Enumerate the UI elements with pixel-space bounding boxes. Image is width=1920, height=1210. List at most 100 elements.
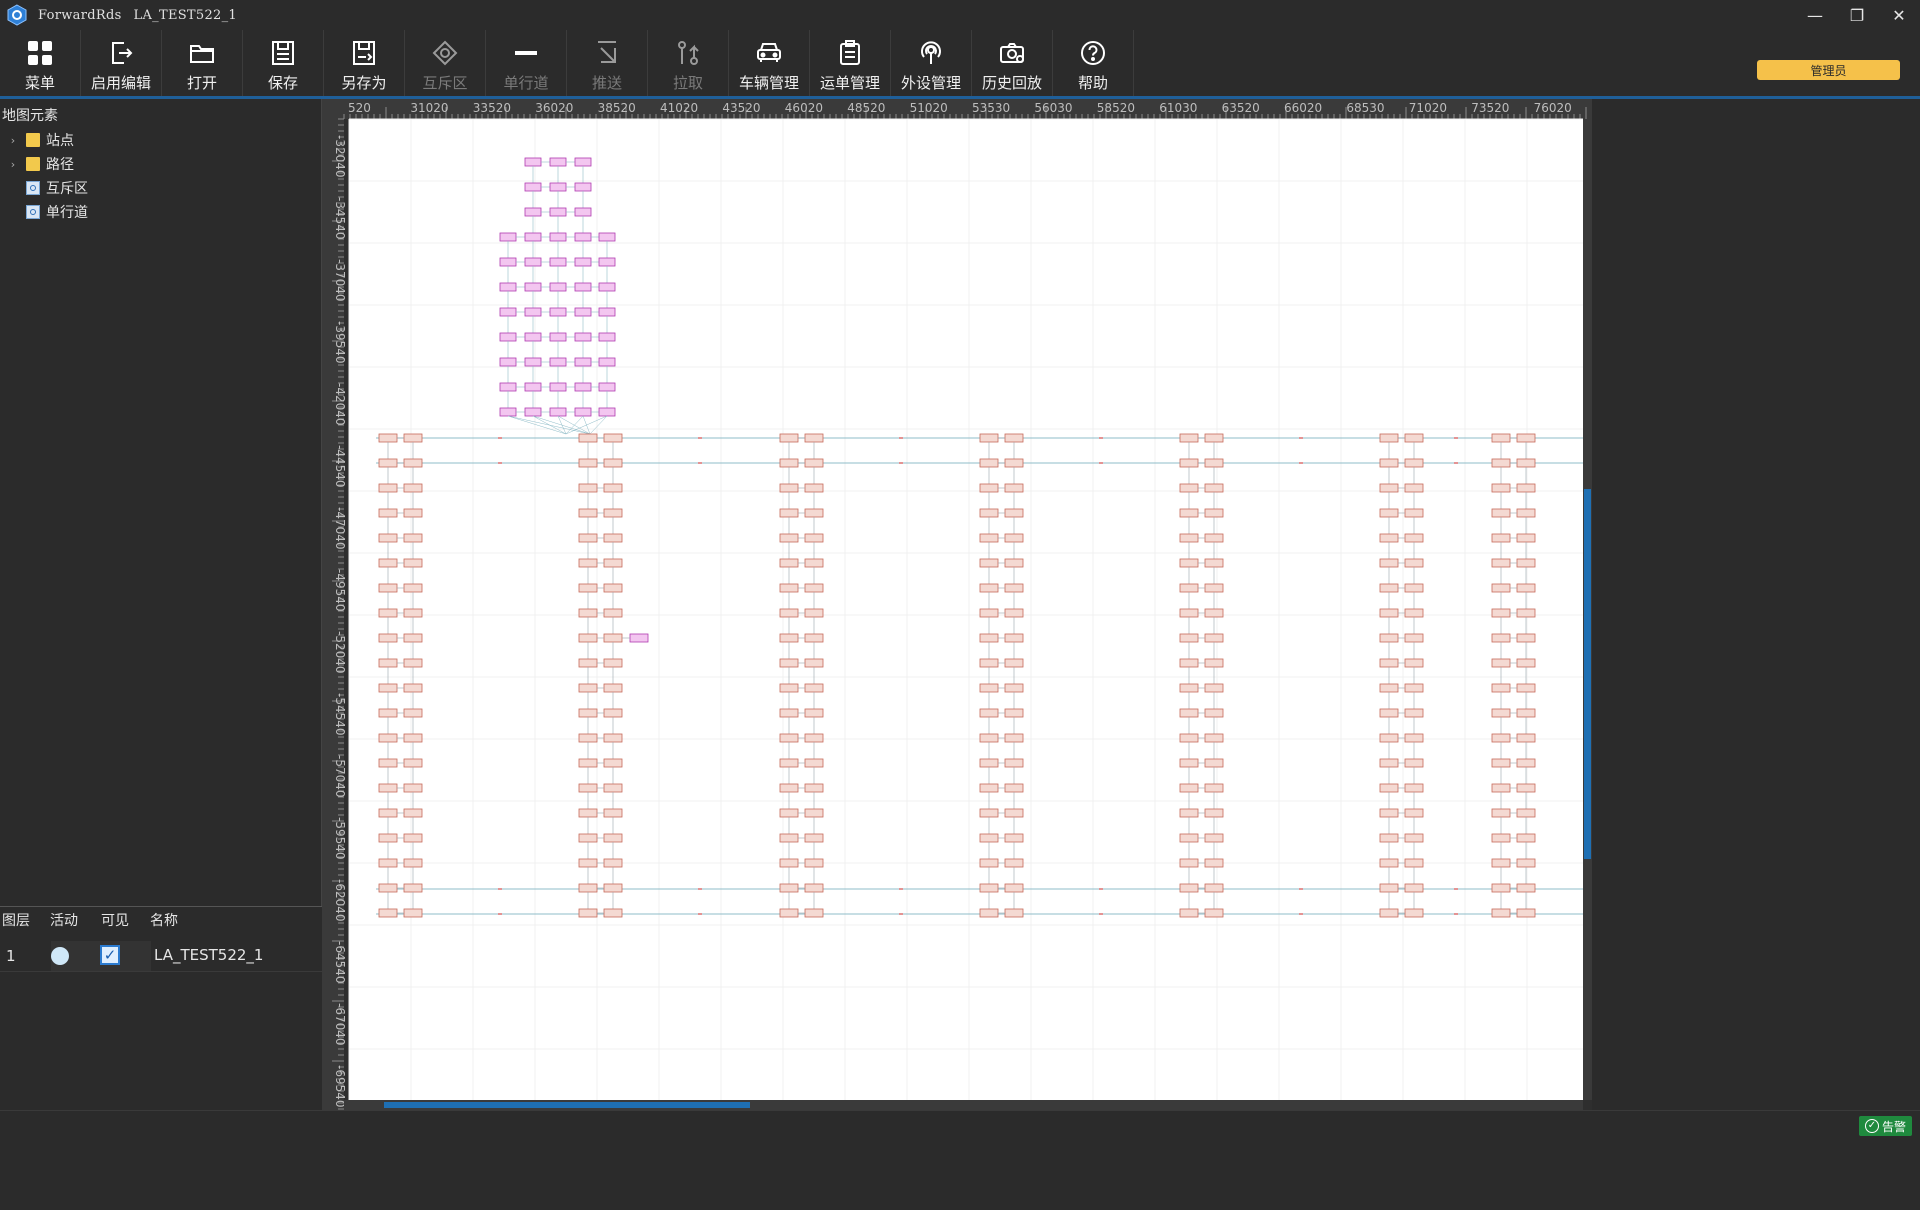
station[interactable] [403, 458, 423, 468]
station[interactable] [979, 833, 999, 843]
station[interactable] [1179, 533, 1199, 543]
station[interactable] [1179, 583, 1199, 593]
station[interactable] [979, 758, 999, 768]
station[interactable] [979, 483, 999, 493]
station[interactable] [603, 583, 623, 593]
station[interactable] [1179, 708, 1199, 718]
station[interactable] [603, 608, 623, 618]
station[interactable] [1404, 483, 1424, 493]
station[interactable] [804, 608, 824, 618]
station[interactable] [578, 558, 598, 568]
station[interactable] [1004, 658, 1024, 668]
station[interactable] [578, 658, 598, 668]
pink-station[interactable] [524, 382, 542, 392]
map-canvas[interactable]: 520 31020 33520 36020 38520 41020 43520 46020 48… [322, 99, 1592, 1110]
station[interactable] [1404, 683, 1424, 693]
station[interactable] [578, 433, 598, 443]
station[interactable] [1179, 633, 1199, 643]
pink-station[interactable] [549, 307, 567, 317]
station[interactable] [1404, 708, 1424, 718]
pink-station[interactable] [499, 232, 517, 242]
station[interactable] [1491, 458, 1511, 468]
station[interactable] [1491, 733, 1511, 743]
station[interactable] [1004, 558, 1024, 568]
station[interactable] [578, 508, 598, 518]
station[interactable] [403, 758, 423, 768]
station[interactable] [1379, 633, 1399, 643]
station[interactable] [1516, 833, 1536, 843]
station[interactable] [1204, 608, 1224, 618]
pink-station[interactable] [574, 382, 592, 392]
station[interactable] [403, 633, 423, 643]
pink-station[interactable] [499, 407, 517, 417]
station[interactable] [578, 583, 598, 593]
station[interactable] [1179, 908, 1199, 918]
station[interactable] [1179, 458, 1199, 468]
station[interactable] [378, 583, 398, 593]
station[interactable] [1379, 908, 1399, 918]
station[interactable] [1204, 433, 1224, 443]
station[interactable] [1179, 608, 1199, 618]
station[interactable] [1004, 733, 1024, 743]
pink-station[interactable] [549, 182, 567, 192]
station[interactable] [1379, 483, 1399, 493]
pink-station[interactable] [574, 307, 592, 317]
station[interactable] [1404, 633, 1424, 643]
pink-station[interactable] [598, 357, 616, 367]
station[interactable] [979, 733, 999, 743]
station[interactable] [979, 708, 999, 718]
vehicle-management-button[interactable]: 车辆管理 [729, 30, 810, 96]
station[interactable] [403, 783, 423, 793]
close-button[interactable]: ✕ [1878, 0, 1920, 30]
station[interactable] [1516, 533, 1536, 543]
station[interactable] [1204, 483, 1224, 493]
station[interactable] [1379, 558, 1399, 568]
station[interactable] [1004, 808, 1024, 818]
station[interactable] [1004, 433, 1024, 443]
station[interactable] [1204, 858, 1224, 868]
station[interactable] [603, 783, 623, 793]
map-drawing[interactable]: 520 31020 33520 36020 38520 41020 43520 46020 48… [322, 99, 1592, 1110]
station[interactable] [1179, 433, 1199, 443]
pink-station[interactable] [499, 257, 517, 267]
station[interactable] [1404, 908, 1424, 918]
station[interactable] [603, 458, 623, 468]
station[interactable] [403, 908, 423, 918]
station[interactable] [1379, 758, 1399, 768]
station[interactable] [1379, 858, 1399, 868]
station[interactable] [1491, 633, 1511, 643]
pink-station[interactable] [549, 282, 567, 292]
station[interactable] [603, 533, 623, 543]
station[interactable] [578, 858, 598, 868]
station[interactable] [1516, 683, 1536, 693]
pink-station[interactable] [524, 307, 542, 317]
station[interactable] [1004, 533, 1024, 543]
station[interactable] [1179, 833, 1199, 843]
station[interactable] [1491, 833, 1511, 843]
station[interactable] [1004, 583, 1024, 593]
station[interactable] [578, 808, 598, 818]
station[interactable] [1204, 658, 1224, 668]
station[interactable] [1204, 558, 1224, 568]
pink-station[interactable] [598, 332, 616, 342]
station[interactable] [603, 758, 623, 768]
pink-station[interactable] [574, 207, 592, 217]
station[interactable] [403, 883, 423, 893]
station[interactable] [1491, 808, 1511, 818]
tree-item-paths[interactable]: › 路径 [0, 153, 74, 175]
station[interactable] [1516, 883, 1536, 893]
pink-station[interactable] [524, 257, 542, 267]
station[interactable] [378, 833, 398, 843]
pink-station[interactable] [499, 282, 517, 292]
enable-edit-button[interactable]: 启用编辑 [81, 30, 162, 96]
station[interactable] [979, 558, 999, 568]
station[interactable] [1204, 783, 1224, 793]
pink-station[interactable] [598, 282, 616, 292]
station[interactable] [378, 433, 398, 443]
station[interactable] [1404, 433, 1424, 443]
station[interactable] [1491, 683, 1511, 693]
station[interactable] [1204, 508, 1224, 518]
station[interactable] [1379, 583, 1399, 593]
station[interactable] [403, 833, 423, 843]
station[interactable] [378, 733, 398, 743]
